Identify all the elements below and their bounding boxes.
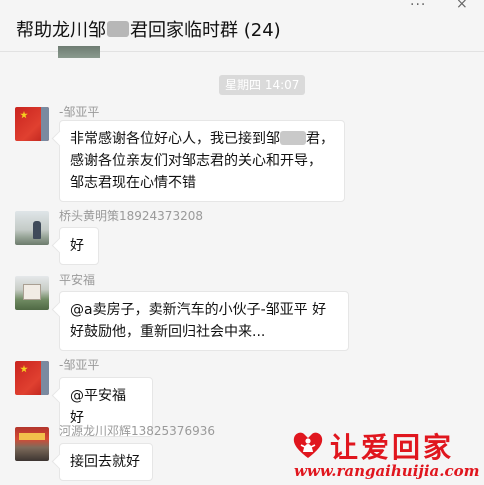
avatar[interactable] (15, 427, 49, 461)
watermark-logo-text: 让爱回家 (330, 431, 455, 464)
avatar-flagpole (41, 107, 49, 141)
message-bubble[interactable]: 好 (59, 227, 99, 265)
close-icon[interactable]: × (456, 0, 468, 11)
redacted-name-block (107, 21, 129, 37)
timestamp-divider: 星期四 14:07 (219, 75, 306, 95)
avatar-house (23, 284, 41, 300)
sender-name: 平安福 (59, 273, 96, 287)
sender-name: -邹亚平 (59, 105, 100, 119)
title-part1: 帮助龙川邹 (16, 20, 106, 41)
member-count[interactable]: (24) (244, 20, 281, 41)
message-text: 接回去就好 (70, 454, 140, 470)
avatar[interactable] (15, 107, 49, 141)
message-text: 非常感谢各位好心人，我已接到邹 (70, 131, 280, 147)
watermark: 让爱回家 www.rangaihuijia.com (292, 426, 480, 482)
star-icon (20, 365, 28, 373)
star-icon (20, 111, 28, 119)
avatar-figure (33, 221, 41, 239)
sender-name: 桥头黄明策18924373208 (59, 209, 203, 223)
group-title: 帮助龙川邹 君回家临时群 (24) (16, 16, 281, 42)
message-bubble[interactable]: @a卖房子，卖新汽车的小伙子-邹亚平 好好鼓励他，重新回归社会中来... (59, 291, 349, 351)
redacted-name-block (280, 131, 306, 145)
avatar[interactable] (15, 361, 49, 395)
watermark-url: www.rangaihuijia.com (294, 462, 480, 480)
previous-message-image[interactable] (58, 46, 100, 58)
avatar[interactable] (15, 276, 49, 310)
message-bubble[interactable]: 非常感谢各位好心人，我已接到邹 君，感谢各位亲友们对邹志君的关心和开导，邹志君现在… (59, 120, 345, 202)
sender-name: 河源龙川邓辉13825376936 (59, 424, 215, 438)
message-text: 好 (70, 238, 84, 254)
message-bubble[interactable]: 接回去就好 (59, 443, 153, 481)
more-icon[interactable]: ··· (410, 0, 426, 12)
message-text: @平安福 好 (70, 388, 126, 426)
avatar[interactable] (15, 211, 49, 245)
heart-logo-icon (293, 432, 323, 458)
title-part2: 君回家临时群 (130, 20, 238, 41)
message-text: @a卖房子，卖新汽车的小伙子-邹亚平 好好鼓励他，重新回归社会中来... (70, 302, 327, 340)
avatar-flagpole (41, 361, 49, 395)
sender-name: -邹亚平 (59, 358, 100, 372)
avatar-sign (19, 433, 45, 440)
